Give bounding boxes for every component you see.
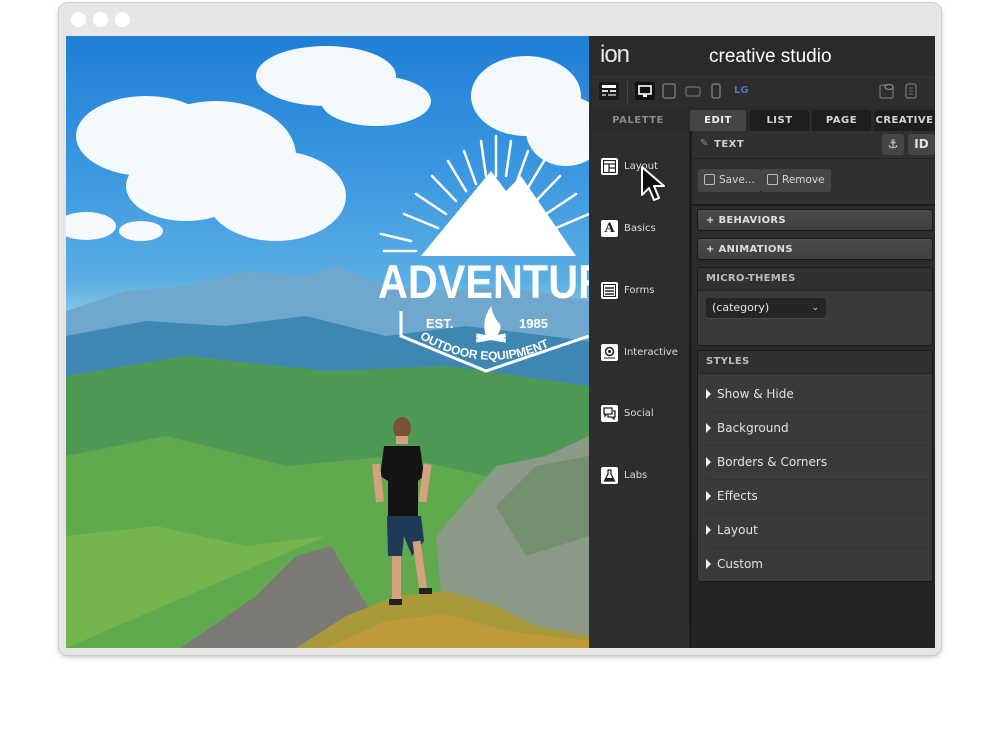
palette-label: Interactive — [624, 347, 678, 358]
panel-tabs: PALETTE EDIT LIST PAGE CREATIVE — [589, 107, 935, 131]
category-select[interactable]: (category) ⌄ — [706, 298, 826, 318]
preview-icon[interactable] — [877, 82, 897, 100]
badge-title: ADVENTUR — [378, 255, 589, 308]
social-icon — [601, 405, 618, 422]
palette-item-interactive[interactable]: Interactive — [601, 344, 678, 361]
labs-icon — [601, 467, 618, 484]
save-button[interactable]: Save... — [698, 169, 761, 192]
layout-icon — [601, 158, 618, 175]
palette-item-social[interactable]: Social — [601, 405, 654, 422]
edit-column: ✎ TEXT ⚓ ID Save... Remove + BEHAVIORS +… — [692, 131, 935, 648]
editor-panel: ion creative studio LG PALETTE EDIT LIST… — [589, 36, 935, 648]
landscape-illustration: ADVENTUR EST. 1985 OUTDOOR EQUIPMENT — [66, 46, 589, 648]
badge-year: 1985 — [519, 316, 548, 331]
tab-creative[interactable]: CREATIVE — [874, 110, 935, 131]
palette-column: Layout A Basics Forms Interactive Social… — [589, 131, 692, 648]
browser-window: ADVENTUR EST. 1985 OUTDOOR EQUIPMENT ion… — [59, 3, 941, 655]
expand-triangle-icon — [706, 389, 711, 399]
style-item-label: Layout — [717, 523, 758, 537]
tablet-landscape-icon[interactable] — [683, 82, 703, 100]
style-item-borders-corners[interactable]: Borders & Corners — [706, 445, 928, 480]
window-controls — [71, 12, 130, 27]
breakpoint-label[interactable]: LG — [734, 85, 749, 96]
desktop-icon[interactable] — [635, 82, 655, 100]
style-item-show-hide[interactable]: Show & Hide — [706, 377, 928, 412]
behaviors-toggle[interactable]: + BEHAVIORS — [697, 209, 933, 231]
device-toolbar: LG — [589, 76, 935, 108]
anchor-button[interactable]: ⚓ — [882, 134, 904, 155]
style-item-layout[interactable]: Layout — [706, 513, 928, 548]
style-item-custom[interactable]: Custom — [706, 547, 928, 581]
palette-label: Labs — [624, 470, 648, 481]
palette-label: Basics — [624, 223, 656, 234]
style-item-background[interactable]: Background — [706, 411, 928, 446]
style-item-label: Effects — [717, 489, 758, 503]
remove-button[interactable]: Remove — [761, 169, 831, 192]
badge-est: EST. — [426, 316, 453, 331]
app-content: ADVENTUR EST. 1985 OUTDOOR EQUIPMENT ion… — [66, 36, 935, 648]
layout-toggle-icon[interactable] — [599, 82, 619, 100]
expand-triangle-icon — [706, 559, 711, 569]
expand-triangle-icon — [706, 423, 711, 433]
interactive-icon — [601, 344, 618, 361]
canvas-photo[interactable]: ADVENTUR EST. 1985 OUTDOOR EQUIPMENT — [66, 36, 589, 648]
forms-icon — [601, 282, 618, 299]
expand-triangle-icon — [706, 525, 711, 535]
category-select-value: (category) — [712, 301, 770, 314]
element-type: TEXT — [714, 139, 745, 150]
element-actions: Save... Remove — [692, 159, 935, 206]
palette-label: Social — [624, 408, 654, 419]
style-item-label: Show & Hide — [717, 387, 794, 401]
style-item-label: Custom — [717, 557, 763, 571]
mouse-cursor-icon — [641, 166, 665, 201]
palette-label: Forms — [624, 285, 655, 296]
remove-label: Remove — [782, 174, 825, 186]
animations-toggle[interactable]: + ANIMATIONS — [697, 238, 933, 260]
micro-themes-section: MICRO-THEMES (category) ⌄ — [697, 267, 933, 346]
panel-title: creative studio — [709, 46, 832, 67]
close-window-button[interactable] — [71, 12, 86, 27]
micro-themes-header: MICRO-THEMES — [698, 268, 932, 291]
ion-logo: ion — [600, 41, 630, 68]
anchor-icon: ⚓ — [887, 137, 899, 151]
expand-triangle-icon — [706, 457, 711, 467]
palette-item-forms[interactable]: Forms — [601, 282, 654, 299]
styles-header: STYLES — [698, 351, 932, 374]
style-item-effects[interactable]: Effects — [706, 479, 928, 514]
basics-icon: A — [601, 220, 618, 237]
trash-icon — [767, 174, 778, 185]
page-icon[interactable] — [901, 82, 921, 100]
phone-icon[interactable] — [706, 82, 726, 100]
tab-edit[interactable]: EDIT — [690, 110, 746, 131]
save-icon — [704, 174, 715, 185]
save-label: Save... — [719, 174, 755, 186]
minimize-window-button[interactable] — [93, 12, 108, 27]
palette-item-basics[interactable]: A Basics — [601, 220, 656, 237]
id-button[interactable]: ID — [908, 134, 935, 155]
tablet-icon[interactable] — [659, 82, 679, 100]
styles-section: STYLES Show & Hide Background Borders & … — [697, 350, 933, 582]
tab-palette[interactable]: PALETTE — [589, 110, 687, 131]
style-item-label: Borders & Corners — [717, 455, 828, 469]
panel-header: ion creative studio — [589, 36, 935, 76]
style-item-label: Background — [717, 421, 789, 435]
chevron-down-icon: ⌄ — [811, 303, 819, 313]
element-header: ✎ TEXT ⚓ ID — [692, 131, 935, 159]
pencil-icon: ✎ — [700, 138, 709, 149]
expand-triangle-icon — [706, 491, 711, 501]
palette-item-labs[interactable]: Labs — [601, 467, 647, 484]
tab-page[interactable]: PAGE — [812, 110, 871, 131]
maximize-window-button[interactable] — [115, 12, 130, 27]
tab-list[interactable]: LIST — [750, 110, 809, 131]
